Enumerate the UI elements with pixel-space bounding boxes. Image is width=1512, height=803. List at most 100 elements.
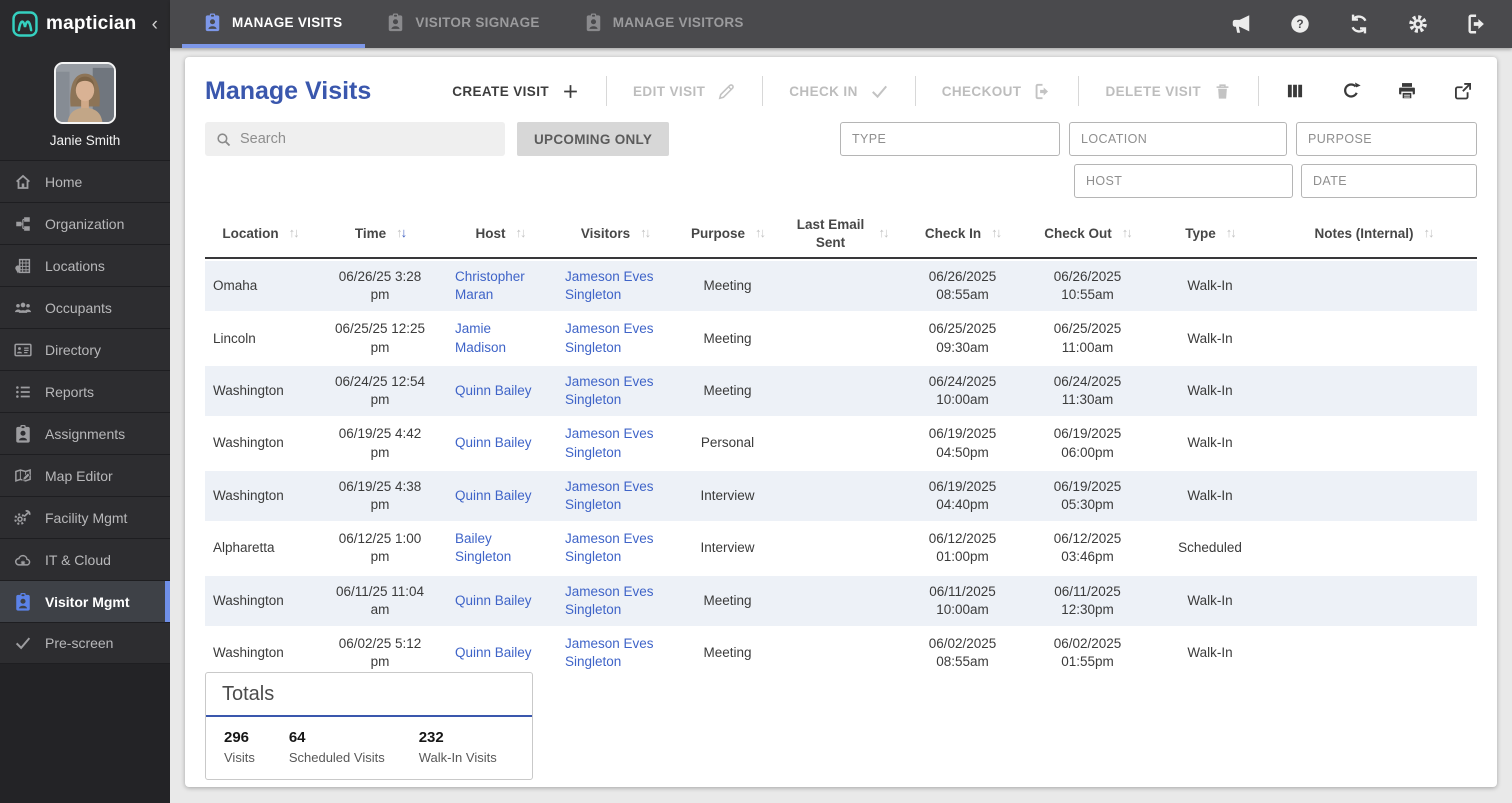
host-filter-input[interactable] <box>1074 164 1293 198</box>
visitors-link[interactable]: Jameson Eves Singleton <box>565 426 654 459</box>
visitors-link[interactable]: Jameson Eves Singleton <box>565 269 654 302</box>
column-label: Location <box>222 225 279 241</box>
announcements-icon[interactable] <box>1230 13 1252 35</box>
columns-icon[interactable] <box>1285 81 1305 101</box>
tab-manage-visitors[interactable]: MANAGE VISITORS <box>563 0 767 48</box>
cell-purpose: Interview <box>700 487 755 503</box>
table-row[interactable]: Alpharetta 06/12/25 1:00 pm Bailey Singlet… <box>205 523 1477 576</box>
sidebar-item-visitor-mgmt[interactable]: Visitor Mgmt <box>0 580 170 622</box>
purpose-filter-input[interactable] <box>1296 122 1477 156</box>
cell-purpose: Meeting <box>703 592 752 608</box>
visitors-link[interactable]: Jameson Eves Singleton <box>565 636 654 669</box>
cell-type: Walk-In <box>1187 382 1233 398</box>
help-icon[interactable]: ? <box>1289 13 1311 35</box>
column-header-last-email-sent[interactable]: Last Email Sent ↑↓ <box>780 216 900 251</box>
stat-label: Visits <box>224 750 255 765</box>
tab-visitor-signage[interactable]: VISITOR SIGNAGE <box>365 0 562 48</box>
location-filter-input[interactable] <box>1069 122 1287 156</box>
sidebar-item-label: Facility Mgmt <box>45 509 128 526</box>
checkout-button[interactable]: CHECKOUT <box>942 82 1053 101</box>
delete-visit-button[interactable]: DELETE VISIT <box>1105 82 1232 101</box>
tab-label: MANAGE VISITS <box>232 14 343 30</box>
column-header-check-out[interactable]: Check Out ↑↓ <box>1025 225 1150 243</box>
type-filter-input[interactable] <box>840 122 1060 156</box>
visitors-link[interactable]: Jameson Eves Singleton <box>565 374 654 407</box>
cell-last-email-sent <box>780 279 900 293</box>
column-header-type[interactable]: Type ↑↓ <box>1150 225 1270 243</box>
table-row[interactable]: Omaha 06/26/25 3:28 pm Christopher Maran Ja… <box>205 261 1477 314</box>
cell-visitors: Jameson Eves Singleton <box>555 418 675 468</box>
column-header-time[interactable]: Time ↑↓ <box>315 225 445 243</box>
host-link[interactable]: Quinn Bailey <box>455 645 532 660</box>
sidebar-item-assignments[interactable]: Assignments <box>0 412 170 454</box>
cell-location: Alpharetta <box>213 540 275 556</box>
table-row[interactable]: Washington 06/19/25 4:38 pm Quinn Bailey Ja… <box>205 470 1477 524</box>
sidebar-item-it-cloud[interactable]: IT & Cloud <box>0 538 170 580</box>
cell-visitors: Jameson Eves Singleton <box>555 523 675 573</box>
edit-visit-button[interactable]: EDIT VISIT <box>633 82 736 101</box>
visits-table: Location ↑↓ Time ↑↓ Host ↑↓ Visitors ↑↓ Purpose ↑… <box>205 210 1477 681</box>
sidebar-item-home[interactable]: Home <box>0 160 170 202</box>
column-header-notes-internal[interactable]: Notes (Internal) ↑↓ <box>1270 225 1477 243</box>
host-link[interactable]: Quinn Bailey <box>455 488 532 503</box>
cell-check-out: 06/19/2025 05:30pm <box>1053 478 1122 512</box>
create-visit-button[interactable]: CREATE VISIT <box>452 82 580 101</box>
upcoming-only-button[interactable]: UPCOMING ONLY <box>517 122 670 156</box>
column-label: Notes (Internal) <box>1314 225 1414 241</box>
search-input[interactable] <box>240 131 495 147</box>
cell-host: Bailey Singleton <box>445 523 555 573</box>
check-in-button[interactable]: CHECK IN <box>789 82 888 101</box>
sidebar-item-directory[interactable]: Directory <box>0 328 170 370</box>
table-row[interactable]: Washington 06/24/25 12:54 pm Quinn Bailey J… <box>205 365 1477 419</box>
sidebar-collapse-button[interactable]: ‹ <box>150 15 160 34</box>
host-link[interactable]: Bailey Singleton <box>455 531 511 564</box>
column-header-purpose[interactable]: Purpose ↑↓ <box>675 225 780 243</box>
sidebar-item-map-editor[interactable]: Map Editor <box>0 454 170 496</box>
sort-arrows-icon: ↑↓ <box>1121 225 1133 241</box>
sidebar-item-label: Map Editor <box>45 467 113 484</box>
app-root: maptician ‹ Janie Smith Home Organization… <box>0 0 1512 803</box>
sync-icon[interactable] <box>1348 13 1370 35</box>
sidebar-item-label: Directory <box>45 341 102 358</box>
column-header-visitors[interactable]: Visitors ↑↓ <box>555 225 675 243</box>
sort-arrows-icon: ↑↓ <box>640 225 651 241</box>
settings-icon[interactable] <box>1407 13 1429 35</box>
sidebar-item-locations[interactable]: Locations <box>0 244 170 286</box>
column-header-host[interactable]: Host ↑↓ <box>445 225 555 243</box>
sidebar-item-label: Assignments <box>45 425 126 442</box>
column-label: Type <box>1185 225 1216 241</box>
avatar[interactable] <box>54 62 116 124</box>
table-row[interactable]: Washington 06/19/25 4:42 pm Quinn Bailey Ja… <box>205 418 1477 471</box>
host-link[interactable]: Christopher Maran <box>455 269 525 302</box>
cell-last-email-sent <box>780 437 900 451</box>
sign-out-icon[interactable] <box>1466 13 1488 35</box>
print-icon[interactable] <box>1397 81 1417 101</box>
host-link[interactable]: Quinn Bailey <box>455 435 532 450</box>
sidebar-item-organization[interactable]: Organization <box>0 202 170 244</box>
host-link[interactable]: Quinn Bailey <box>455 593 532 608</box>
table-row[interactable]: Lincoln 06/25/25 12:25 pm Jamie Madison Jam… <box>205 313 1477 366</box>
visitors-link[interactable]: Jameson Eves Singleton <box>565 531 654 564</box>
host-link[interactable]: Jamie Madison <box>455 321 506 354</box>
stat-label: Scheduled Visits <box>288 750 385 765</box>
cell-time: 06/24/25 12:54 pm <box>334 373 426 408</box>
assignments-icon <box>14 424 32 443</box>
tab-manage-visits[interactable]: MANAGE VISITS <box>182 0 366 48</box>
sidebar-item-pre-screen[interactable]: Pre-screen <box>0 622 170 664</box>
visitors-link[interactable]: Jameson Eves Singleton <box>565 584 654 617</box>
date-filter-input[interactable] <box>1301 164 1477 198</box>
host-link[interactable]: Quinn Bailey <box>455 383 532 398</box>
sidebar-nav: Home Organization Locations Occupants Direct… <box>0 160 170 664</box>
visitors-link[interactable]: Jameson Eves Singleton <box>565 321 654 354</box>
cell-time: 06/19/25 4:38 pm <box>338 478 422 512</box>
reload-icon[interactable] <box>1341 81 1361 101</box>
sidebar-item-occupants[interactable]: Occupants <box>0 286 170 328</box>
column-header-check-in[interactable]: Check In ↑↓ <box>900 225 1025 243</box>
sidebar-item-facility-mgmt[interactable]: Facility Mgmt <box>0 496 170 538</box>
column-header-location[interactable]: Location ↑↓ <box>205 225 315 243</box>
export-icon[interactable] <box>1453 81 1473 101</box>
sidebar-item-reports[interactable]: Reports <box>0 370 170 412</box>
visitors-link[interactable]: Jameson Eves Singleton <box>565 479 654 512</box>
checkout-label: CHECKOUT <box>941 83 1022 99</box>
table-row[interactable]: Washington 06/11/25 11:04 am Quinn Bailey J… <box>205 575 1477 629</box>
